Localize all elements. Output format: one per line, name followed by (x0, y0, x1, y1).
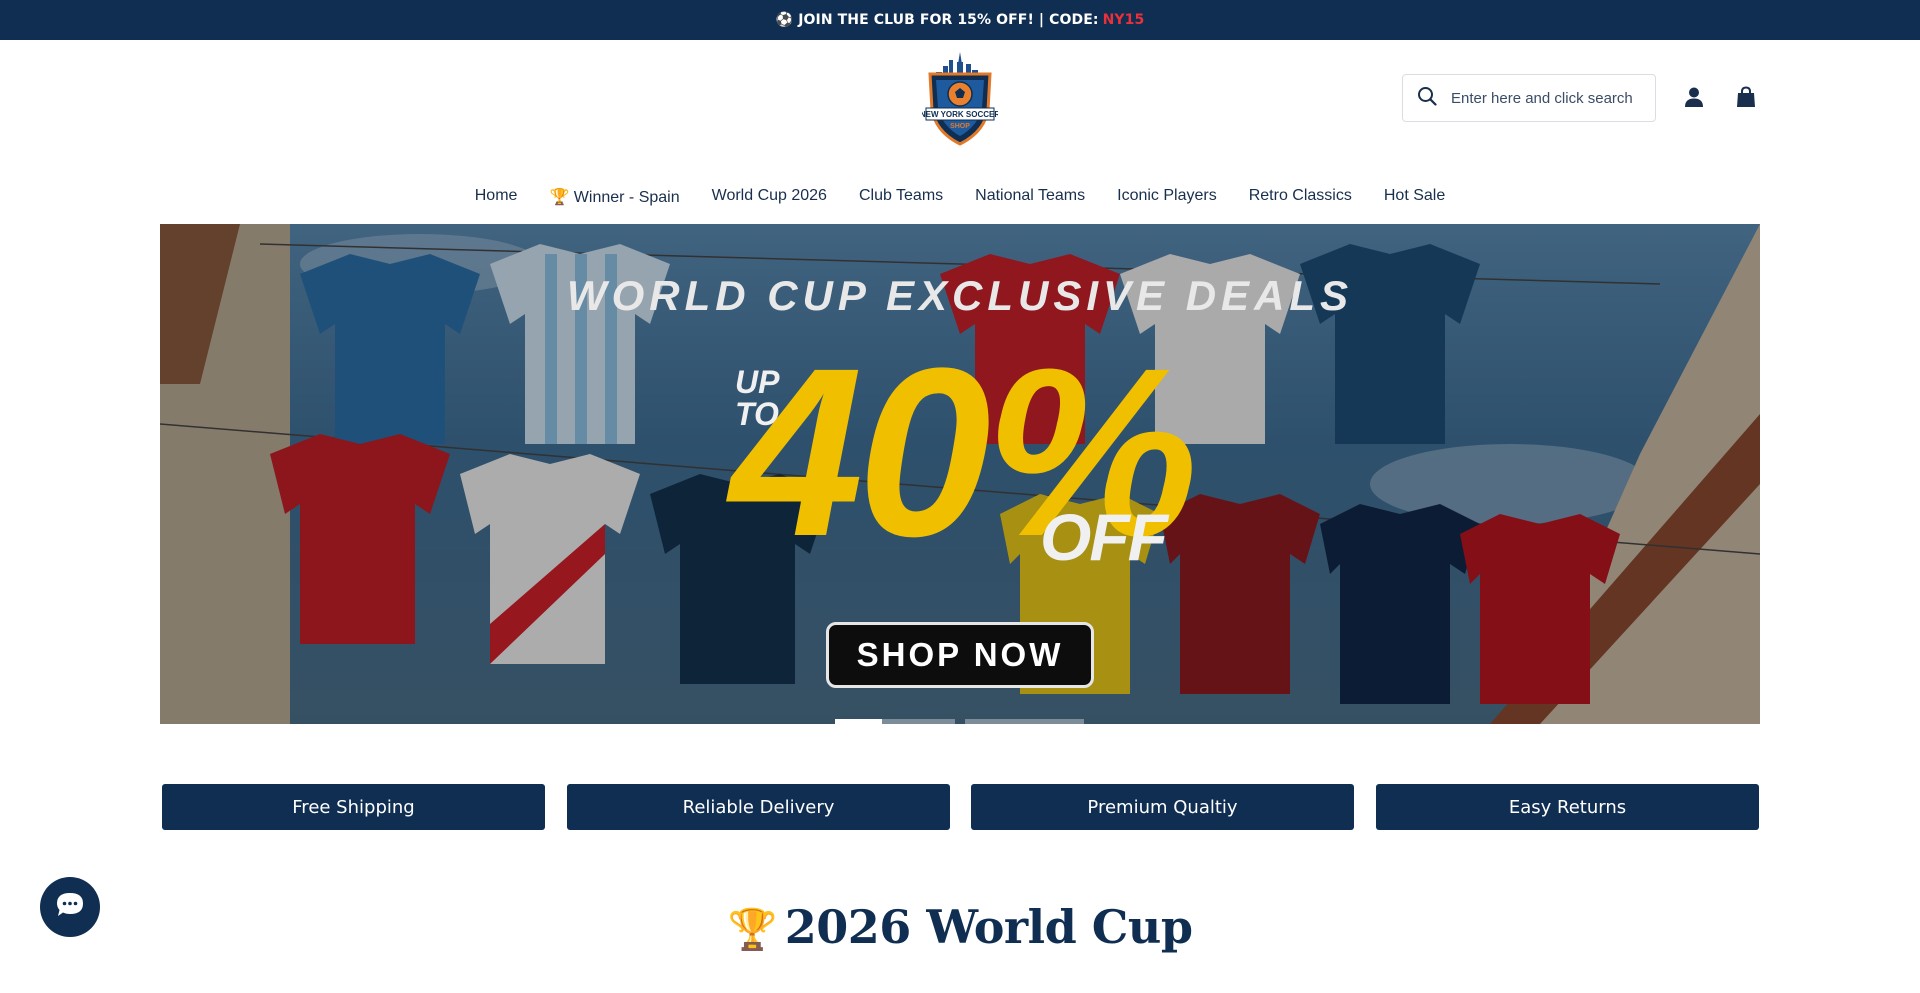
hero-headline: WORLD CUP EXCLUSIVE DEALS (566, 272, 1354, 319)
nav-national-teams[interactable]: National Teams (975, 187, 1085, 207)
slide-indicator-1[interactable] (835, 719, 882, 724)
hero-off: OFF (1040, 500, 1168, 574)
trophy-icon: 🏆 (727, 907, 777, 953)
nav-hot-sale[interactable]: Hot Sale (1384, 187, 1445, 207)
main-nav: Home 🏆 Winner - Spain World Cup 2026 Clu… (0, 187, 1920, 207)
nav-club-teams[interactable]: Club Teams (859, 187, 943, 207)
account-icon[interactable] (1683, 86, 1705, 108)
announcement-text: JOIN THE CLUB FOR 15% OFF! | CODE: (798, 12, 1099, 28)
nav-iconic-players[interactable]: Iconic Players (1117, 187, 1217, 207)
soccer-ball-icon: ⚽ (775, 12, 794, 28)
search-box[interactable] (1402, 74, 1656, 122)
feature-free-shipping: Free Shipping (162, 784, 545, 830)
search-icon[interactable] (1417, 86, 1437, 111)
announcement-bar: ⚽ JOIN THE CLUB FOR 15% OFF! | CODE: NY1… (0, 0, 1920, 40)
logo-text: NEW YORK SOCCER (922, 110, 998, 119)
shop-now-button[interactable]: SHOP NOW (826, 622, 1094, 688)
feature-reliable-delivery: Reliable Delivery (567, 784, 950, 830)
section-title: 🏆 2026 World Cup (727, 900, 1193, 954)
feature-easy-returns: Easy Returns (1376, 784, 1759, 830)
site-logo[interactable]: NEW YORK SOCCER SHOP (920, 52, 1000, 146)
nav-world-cup-2026[interactable]: World Cup 2026 (712, 187, 827, 207)
slider-indicators (835, 719, 1084, 724)
hero-banner[interactable]: WORLD CUP EXCLUSIVE DEALS UP TO 40% OFF S… (160, 224, 1760, 724)
slide-indicator-3[interactable] (965, 719, 1084, 724)
cart-bag-icon[interactable] (1735, 86, 1757, 108)
search-input[interactable] (1451, 89, 1641, 107)
slide-indicator-2[interactable] (882, 719, 955, 724)
nav-winner-spain[interactable]: 🏆 Winner - Spain (549, 187, 679, 207)
promo-code: NY15 (1102, 12, 1145, 28)
feature-premium-quality: Premium Qualtiy (971, 784, 1354, 830)
nav-home[interactable]: Home (475, 187, 518, 207)
logo-subtext: SHOP (950, 123, 970, 130)
nav-retro-classics[interactable]: Retro Classics (1249, 187, 1352, 207)
